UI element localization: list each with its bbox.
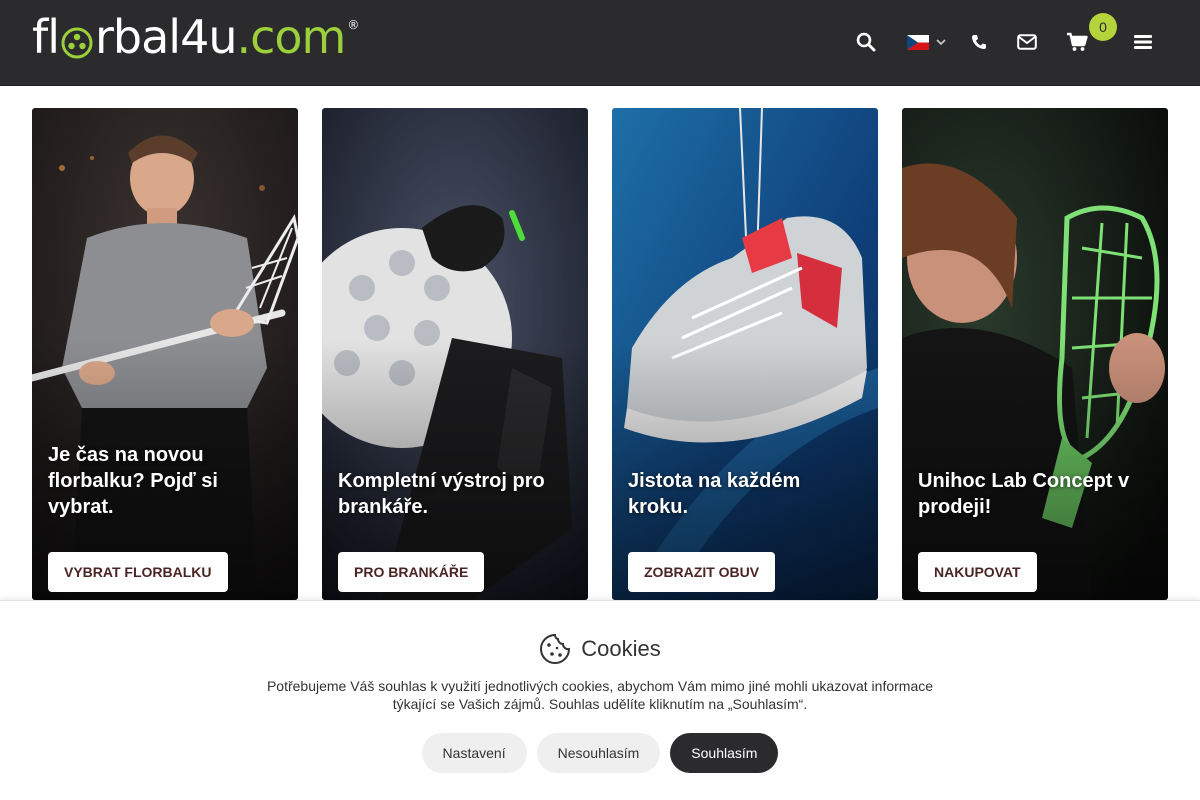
promo-card-title: Jistota na každém kroku. [628, 470, 801, 518]
phone-icon[interactable] [965, 28, 993, 56]
promo-card-title: Unihoc Lab Concept v prodeji! [918, 470, 1130, 518]
logo-text-part3: .com [236, 10, 347, 64]
cookie-icon [540, 633, 571, 664]
cookie-title: Cookies [581, 636, 661, 661]
promo-card-goalkeeper[interactable]: Kompletní výstroj pro brankáře. PRO BRAN… [322, 108, 588, 600]
floorball-ball-icon [61, 27, 93, 59]
promo-card-shoes[interactable]: Jistota na každém kroku. ZOBRAZIT OBUV [612, 108, 878, 600]
site-header: fl rbal4u .com ® 0 [0, 0, 1200, 86]
chevron-down-icon [936, 39, 946, 46]
cookie-description: Potřebujeme Váš souhlas k využití jednot… [266, 678, 934, 712]
choose-stick-button[interactable]: VYBRAT FLORBALKU [48, 552, 228, 592]
promo-card-lab-concept[interactable]: Unihoc Lab Concept v prodeji! NAKUPOVAT [902, 108, 1168, 600]
logo-text-part2: rbal4u [94, 10, 238, 64]
flag-cz-icon [907, 34, 929, 50]
cookie-consent-panel: Cookies Potřebujeme Váš souhlas k využit… [0, 600, 1200, 800]
cart-count-badge: 0 [1089, 13, 1117, 41]
cookie-actions: Nastavení Nesouhlasím Souhlasím [0, 733, 1200, 773]
cookie-settings-button[interactable]: Nastavení [421, 733, 527, 773]
menu-icon[interactable] [1129, 28, 1157, 56]
shop-now-button[interactable]: NAKUPOVAT [918, 552, 1037, 592]
goalkeeper-button[interactable]: PRO BRANKÁŘE [338, 552, 485, 592]
promo-card-title: Je čas na novou florbalku? Pojď si vybra… [48, 444, 218, 518]
language-selector[interactable] [904, 28, 950, 56]
promo-card-title: Kompletní výstroj pro brankáře. [338, 470, 545, 518]
cookie-reject-button[interactable]: Nesouhlasím [536, 733, 661, 773]
show-shoes-button[interactable]: ZOBRAZIT OBUV [628, 552, 776, 592]
logo-registered-mark: ® [347, 18, 360, 32]
logo-text-part1: fl [32, 10, 60, 64]
site-logo[interactable]: fl rbal4u .com ® [32, 14, 359, 70]
cookie-header: Cookies [0, 633, 1200, 665]
cart-icon[interactable] [1063, 28, 1091, 56]
mail-icon[interactable] [1013, 28, 1041, 56]
search-icon[interactable] [852, 28, 880, 56]
promo-card-sticks[interactable]: Je čas na novou florbalku? Pojď si vybra… [32, 108, 298, 600]
cookie-accept-button[interactable]: Souhlasím [670, 733, 779, 773]
